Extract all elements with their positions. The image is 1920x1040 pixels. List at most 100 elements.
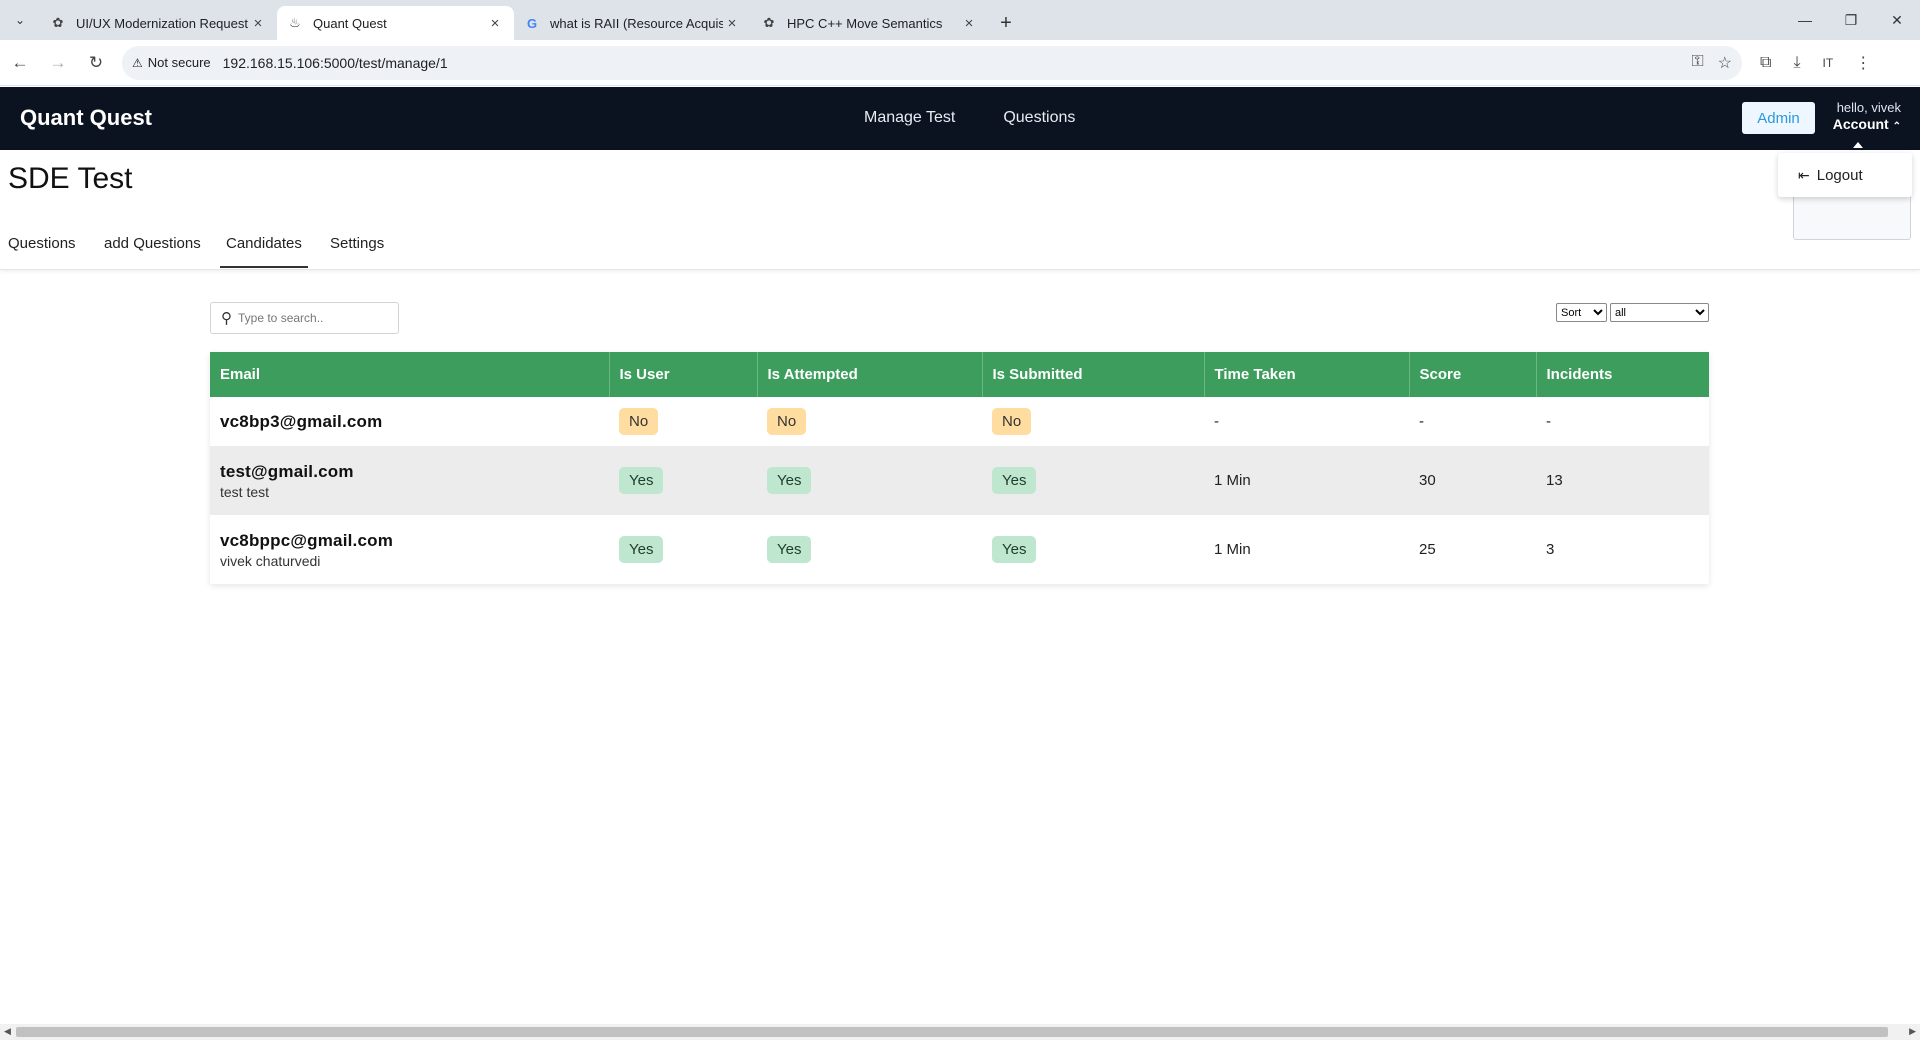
is-submitted-cell: Yes <box>982 446 1204 515</box>
status-badge: No <box>767 408 807 435</box>
table-row[interactable]: test@gmail.com test test Yes Yes Yes 1 M… <box>210 446 1709 515</box>
tab-questions[interactable]: Questions <box>8 235 76 266</box>
horizontal-scrollbar[interactable]: ◀ ▶ <box>0 1024 1920 1040</box>
sort-select[interactable]: Sort <box>1556 303 1607 322</box>
reload-icon[interactable]: ↻ <box>78 45 114 81</box>
tab-search-chevron-icon[interactable]: ⌄ <box>0 0 40 40</box>
logout-label: Logout <box>1816 166 1863 184</box>
page-title: SDE Test <box>8 162 133 195</box>
new-tab-plus-icon[interactable]: + <box>988 6 1024 40</box>
scroll-right-icon[interactable]: ▶ <box>1909 1026 1916 1037</box>
tab-add-questions[interactable]: add Questions <box>104 235 201 266</box>
search-input[interactable] <box>238 311 378 325</box>
logout-menu-item[interactable]: ⇤ Logout <box>1778 153 1912 197</box>
column-header[interactable]: Score <box>1409 352 1537 397</box>
security-label: Not secure <box>147 55 211 70</box>
email-cell: test@gmail.com test test <box>210 446 609 515</box>
page-icon: ♨ <box>289 15 301 30</box>
admin-button[interactable]: Admin <box>1742 102 1815 134</box>
google-icon: G <box>526 15 538 31</box>
restore-icon[interactable]: ❐ <box>1828 0 1874 40</box>
score-cell: 30 <box>1419 472 1436 489</box>
column-header[interactable]: Incidents <box>1536 352 1709 397</box>
security-indicator[interactable]: ⚠ Not secure <box>132 55 211 70</box>
tab-close-icon[interactable]: × <box>723 15 741 32</box>
is-submitted-cell: Yes <box>982 515 1204 584</box>
is-attempted-cell: Yes <box>757 446 982 515</box>
column-header[interactable]: Email <box>210 352 610 397</box>
nav-questions[interactable]: Questions <box>1003 109 1075 127</box>
filter-select[interactable]: all <box>1610 303 1709 322</box>
time-taken-cell: 1 Min <box>1214 472 1251 489</box>
download-icon[interactable]: ⤓ <box>1793 54 1800 72</box>
status-badge: No <box>619 408 659 435</box>
chatgpt-icon: ✿ <box>52 15 64 30</box>
candidate-name: vivek chaturvedi <box>220 552 321 569</box>
status-badge: Yes <box>767 536 812 563</box>
candidate-email: test@gmail.com <box>220 461 354 481</box>
tab-settings[interactable]: Settings <box>330 235 384 266</box>
account-menu-toggle[interactable]: hello, vivek Account ⌃ <box>1831 99 1901 135</box>
browser-toolbar: ← → ↻ ⚠ Not secure 192.168.15.106:5000/t… <box>0 40 1920 86</box>
search-icon: ⚲ <box>221 310 232 327</box>
chatgpt-icon: ✿ <box>763 15 775 30</box>
browser-tab-2[interactable]: G what is RAII (Resource Acquisiti × <box>514 6 751 40</box>
is-user-cell: Yes <box>609 446 757 515</box>
browser-tab-3[interactable]: ✿ HPC C++ Move Semantics × <box>751 6 988 40</box>
tab-close-icon[interactable]: × <box>249 15 267 32</box>
back-arrow-icon[interactable]: ← <box>2 45 38 81</box>
is-attempted-cell: No <box>757 397 982 446</box>
incidents-cell: 3 <box>1546 541 1555 558</box>
email-cell: vc8bp3@gmail.com <box>210 397 609 446</box>
column-header[interactable]: Is Attempted <box>757 352 983 397</box>
scroll-left-icon[interactable]: ◀ <box>4 1026 11 1037</box>
column-header[interactable]: Time Taken <box>1204 352 1410 397</box>
is-user-cell: Yes <box>609 515 757 584</box>
email-cell: vc8bppc@gmail.com vivek chaturvedi <box>210 515 609 584</box>
browser-tab-1[interactable]: ♨ Quant Quest × <box>277 6 514 40</box>
candidate-email: vc8bppc@gmail.com <box>220 530 394 550</box>
table-row[interactable]: vc8bp3@gmail.com No No No - - - <box>210 397 1709 446</box>
more-menu-icon[interactable]: ⋮ <box>1855 53 1871 73</box>
tab-candidates[interactable]: Candidates <box>220 235 308 268</box>
table-header-row: Email Is User Is Attempted Is Submitted … <box>210 352 1709 397</box>
chevron-up-icon: ⌃ <box>1892 121 1901 132</box>
key-icon[interactable]: ⚿ <box>1691 53 1703 73</box>
toolbar-icons: ⧉ ⤓ IT ⋮ <box>1760 53 1871 73</box>
tab-title: what is RAII (Resource Acquisiti <box>550 15 723 31</box>
tab-close-icon[interactable]: × <box>486 15 504 32</box>
url-text[interactable]: 192.168.15.106:5000/test/manage/1 <box>223 55 1692 71</box>
browser-tab-0[interactable]: ✿ UI/UX Modernization Request × <box>40 6 277 40</box>
nav-manage-test[interactable]: Manage Test <box>864 109 955 127</box>
is-submitted-cell: No <box>982 397 1204 446</box>
status-badge: Yes <box>767 467 812 494</box>
warning-triangle-icon: ⚠ <box>132 55 143 70</box>
account-label-row: Account ⌃ <box>1831 116 1901 135</box>
table-row[interactable]: vc8bppc@gmail.com vivek chaturvedi Yes Y… <box>210 515 1709 584</box>
column-header[interactable]: Is User <box>609 352 758 397</box>
status-badge: No <box>992 408 1032 435</box>
tab-close-icon[interactable]: × <box>960 15 978 32</box>
tab-title: UI/UX Modernization Request <box>76 15 248 31</box>
scrollbar-thumb[interactable] <box>16 1027 1888 1037</box>
app-header: Quant Quest Manage Test Questions Admin … <box>0 87 1920 150</box>
brand-logo[interactable]: Quant Quest <box>20 105 152 131</box>
bookmark-star-icon[interactable]: ☆ <box>1718 53 1732 73</box>
omnibox-icons: ⚿ ☆ <box>1691 53 1732 73</box>
candidate-email: vc8bp3@gmail.com <box>220 411 383 431</box>
is-attempted-cell: Yes <box>757 515 982 584</box>
minimize-icon[interactable]: — <box>1782 0 1828 40</box>
account-label: Account <box>1832 116 1889 132</box>
forward-arrow-icon[interactable]: → <box>40 45 76 81</box>
close-window-icon[interactable]: ✕ <box>1874 0 1920 40</box>
address-bar[interactable]: ⚠ Not secure 192.168.15.106:5000/test/ma… <box>122 45 1742 80</box>
logout-icon: ⇤ <box>1798 166 1810 183</box>
status-badge: Yes <box>619 536 664 563</box>
tab-title: HPC C++ Move Semantics <box>787 15 943 31</box>
main-nav: Manage Test Questions <box>864 109 1075 127</box>
status-badge: Yes <box>992 536 1037 563</box>
extensions-icon[interactable]: ⧉ <box>1760 54 1771 72</box>
column-header[interactable]: Is Submitted <box>982 352 1205 397</box>
test-subnav: Questions add Questions Candidates Setti… <box>0 226 1920 270</box>
translate-icon[interactable]: IT <box>1823 56 1834 70</box>
